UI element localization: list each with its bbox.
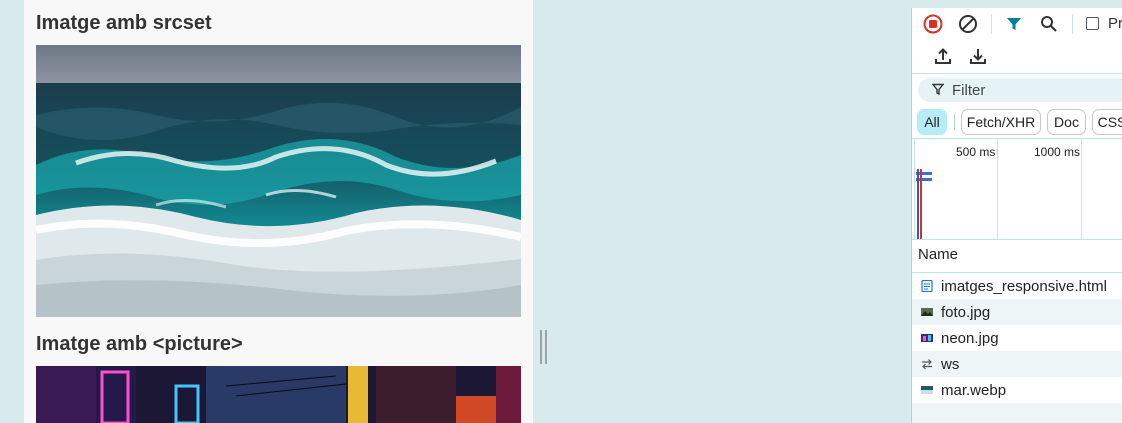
import-icon[interactable] (931, 44, 955, 68)
filter-field[interactable] (918, 78, 1122, 102)
chip-separator (954, 114, 955, 130)
clear-icon[interactable] (956, 12, 980, 36)
export-icon[interactable] (966, 44, 990, 68)
image-icon (921, 334, 933, 342)
type-filter-css[interactable]: CSS (1092, 109, 1122, 135)
image-icon (921, 308, 933, 316)
timeline-tick-1000: 1000 ms (1034, 145, 1081, 159)
request-name: mar.webp (941, 382, 1007, 399)
devtools-network-panel: Pr All Fetch/XHR Doc CSS 500 ms 1000 ms … (911, 8, 1122, 423)
request-name: neon.jpg (941, 330, 999, 347)
request-row[interactable]: mar.webp (912, 377, 1122, 403)
filter-icon[interactable] (1002, 12, 1026, 36)
type-filter-all[interactable]: All (917, 109, 947, 135)
toolbar-divider (912, 73, 1122, 74)
image-icon (921, 386, 933, 394)
toolbar-separator (991, 14, 992, 34)
preserve-log-checkbox[interactable] (1086, 17, 1099, 30)
neon-city-image (36, 366, 521, 423)
document-icon (921, 280, 933, 292)
sea-wave-image (36, 45, 521, 317)
request-row[interactable]: foto.jpg (912, 299, 1122, 325)
page-viewport: Imatge amb srcset Imatge amb <picture> (24, 0, 533, 423)
websocket-icon (922, 359, 932, 370)
network-timeline-overview[interactable]: 500 ms 1000 ms (912, 139, 1122, 239)
pane-resize-handle[interactable] (540, 330, 548, 364)
search-icon[interactable] (1037, 12, 1061, 36)
timeline-dom-marker (917, 169, 919, 239)
filter-funnel-icon (932, 83, 944, 96)
empty-row (912, 403, 1122, 423)
preserve-log-label: Pr (1108, 15, 1122, 32)
filter-input[interactable] (952, 81, 1122, 99)
request-name: ws (941, 356, 960, 373)
request-name: imatges_responsive.html (941, 278, 1107, 295)
toolbar-separator (1072, 14, 1073, 34)
heading-picture: Imatge amb <picture> (36, 333, 243, 355)
type-filter-doc[interactable]: Doc (1047, 109, 1086, 135)
request-name: foto.jpg (941, 304, 991, 321)
type-filter-fetch-xhr[interactable]: Fetch/XHR (961, 109, 1041, 135)
column-header-name[interactable]: Name (918, 246, 958, 263)
record-stop-icon[interactable] (921, 12, 945, 36)
timeline-divider (912, 239, 1122, 240)
heading-srcset: Imatge amb srcset (36, 12, 212, 34)
request-row[interactable]: imatges_responsive.html (912, 273, 1122, 299)
request-row[interactable]: ws (912, 351, 1122, 377)
timeline-load-marker (920, 169, 922, 239)
request-row[interactable]: neon.jpg (912, 325, 1122, 351)
timeline-tick-500: 500 ms (956, 145, 996, 159)
